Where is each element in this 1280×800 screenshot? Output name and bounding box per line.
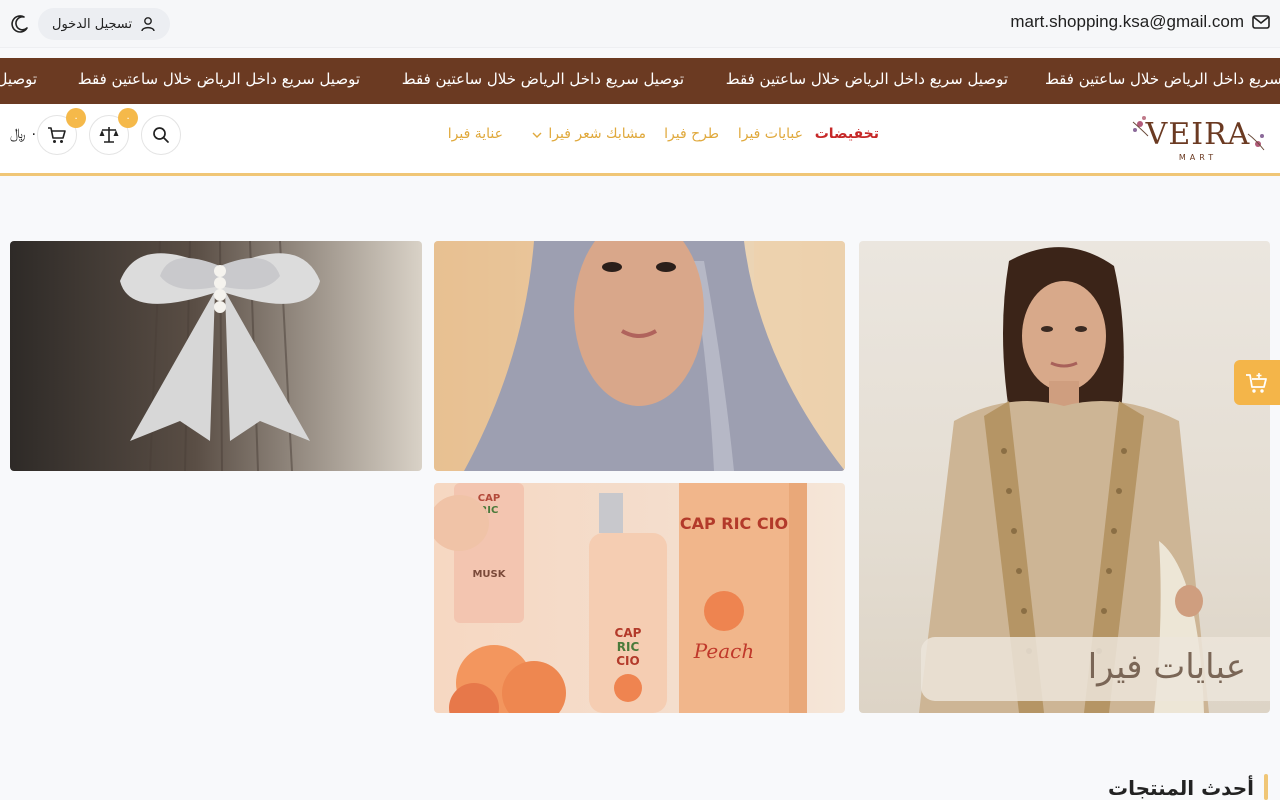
nav-abayas[interactable]: عبايات فيرا xyxy=(738,126,803,142)
section-title-accent xyxy=(1264,774,1268,800)
search-icon xyxy=(153,127,169,143)
logo-text: VEIRA xyxy=(1145,117,1251,152)
perfume-image: CAP RIC MUSK CAP RIC CIO CAP RIC CIO Pea… xyxy=(434,483,807,713)
marquee-item: توصيل xyxy=(0,70,37,88)
nav-scarves[interactable]: طرح فيرا xyxy=(664,126,719,142)
banner-hair-clips[interactable] xyxy=(10,241,422,471)
svg-text:RIC: RIC xyxy=(617,640,640,654)
perfume-brand: CAP RIC CIO xyxy=(680,514,788,533)
perfume-musk: MUSK xyxy=(472,569,506,580)
compare-button[interactable]: ٠ xyxy=(89,108,138,155)
contact-email[interactable]: mart.shopping.ksa@gmail.com xyxy=(1010,12,1270,32)
cart-icon xyxy=(48,127,66,143)
hair-bow-image xyxy=(120,241,320,471)
main-header: VEIRA MART تخفيضات عبايات فيرا طرح فيرا … xyxy=(0,104,1280,176)
top-bar: mart.shopping.ksa@gmail.com تسجيل الدخول xyxy=(0,0,1280,48)
svg-text:CAP: CAP xyxy=(615,626,642,640)
cart-total: ٠ ﷼ xyxy=(10,126,38,142)
compare-count-badge: ٠ xyxy=(118,108,138,128)
perfume-flavor: Peach xyxy=(693,639,754,663)
marquee-item: توصيل سريع داخل الرياض خلال ساعتين فقط xyxy=(77,70,360,88)
marquee-item: توصيل سريع داخل الرياض خلال ساعتين فقط xyxy=(725,70,1008,88)
email-text[interactable]: mart.shopping.ksa@gmail.com xyxy=(1010,12,1244,32)
marquee-item: توصيل سريع داخل الرياض خلال ساعتين فقط xyxy=(401,70,684,88)
login-button[interactable]: تسجيل الدخول xyxy=(38,8,171,40)
banner-abayas[interactable]: عبايات فيرا xyxy=(859,241,1270,713)
banner-scarves[interactable] xyxy=(434,241,845,471)
shipping-marquee: أسريع داخل الرياض خلال ساعتين فقط توصيل … xyxy=(0,58,1280,104)
veira-logo[interactable]: VEIRA MART xyxy=(1128,110,1268,166)
abaya-caption: عبايات فيرا xyxy=(1087,647,1246,687)
svg-text:CIO: CIO xyxy=(616,654,639,668)
hijab-image xyxy=(434,241,845,471)
nav-care[interactable]: عناية فيرا xyxy=(448,126,503,142)
login-label: تسجيل الدخول xyxy=(52,16,133,32)
search-button[interactable] xyxy=(141,115,181,155)
cart-button[interactable]: ٠ xyxy=(37,108,86,155)
svg-text:CAP: CAP xyxy=(478,493,500,504)
nav-hair-clips[interactable]: مشابك شعر فيرا xyxy=(548,126,646,142)
banner-care[interactable]: CAP RIC MUSK CAP RIC CIO CAP RIC CIO Pea… xyxy=(434,483,845,713)
chevron-down-icon[interactable] xyxy=(532,130,542,140)
latest-products-title: أحدث المنتجات xyxy=(1107,776,1254,800)
scale-icon xyxy=(99,127,119,143)
moon-icon[interactable] xyxy=(10,14,30,34)
marquee-item: أسريع داخل الرياض خلال ساعتين فقط xyxy=(1044,70,1280,88)
abaya-caption-box: عبايات فيرا xyxy=(921,637,1270,701)
cart-add-icon xyxy=(1246,372,1267,393)
cart-count-badge: ٠ xyxy=(66,108,86,128)
nav-sale[interactable]: تخفيضات xyxy=(815,126,879,142)
mail-icon xyxy=(1252,15,1270,29)
floating-cart-button[interactable] xyxy=(1234,360,1280,405)
user-icon xyxy=(141,17,155,32)
logo-sub: MART xyxy=(1179,153,1217,162)
